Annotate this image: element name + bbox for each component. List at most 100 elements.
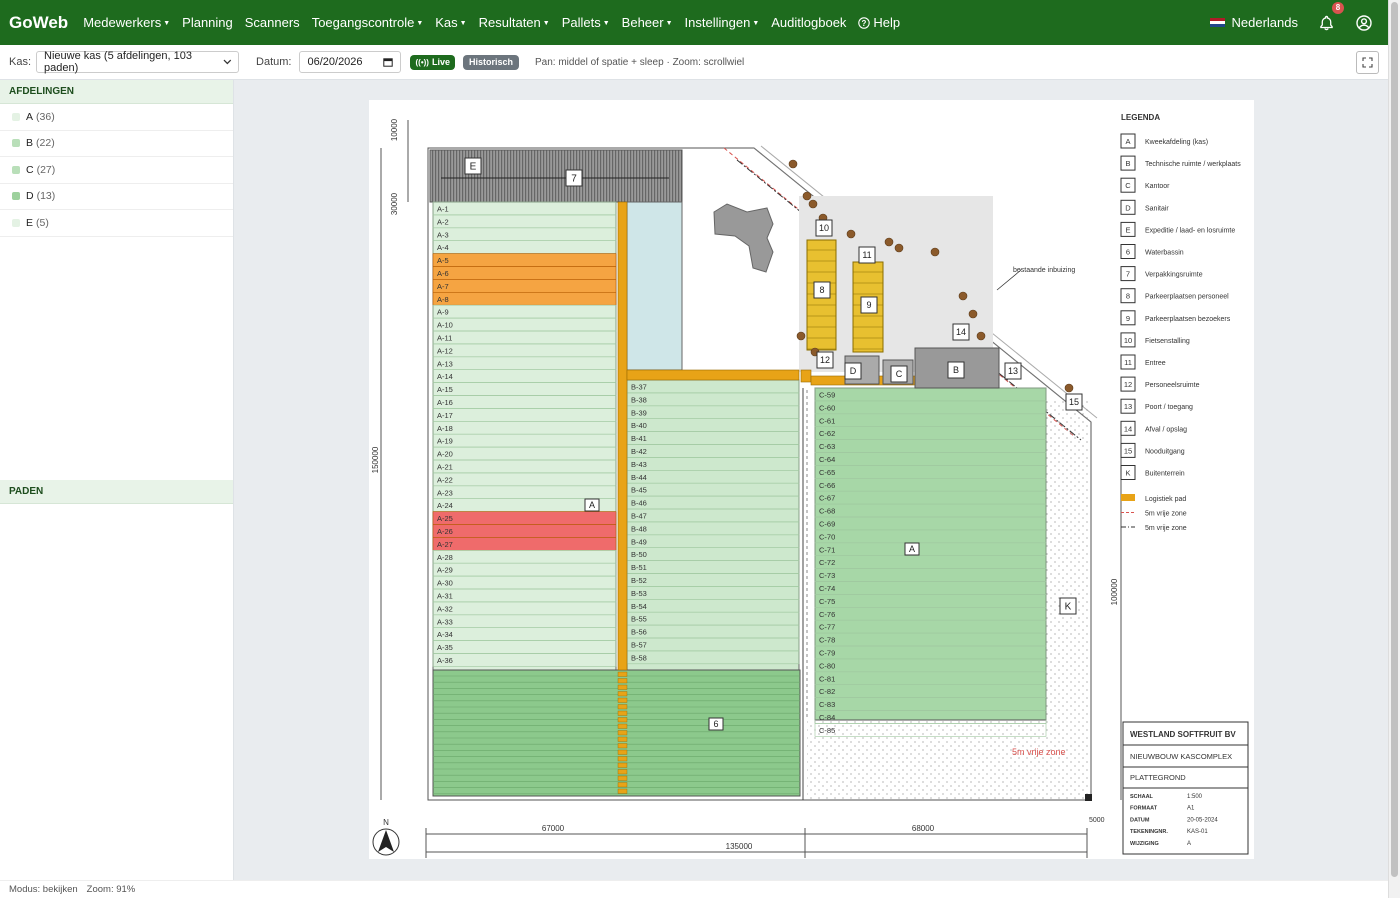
path-row-a-8[interactable]	[432, 292, 617, 306]
historisch-toggle-button[interactable]: Historisch	[462, 54, 519, 70]
nav-medewerkers[interactable]: Medewerkers ▼	[77, 15, 176, 30]
water-strip	[626, 201, 683, 371]
title-row-key: FORMAAT	[1130, 806, 1158, 812]
nav-help[interactable]: ? Help	[852, 15, 906, 30]
afdeling-item-e[interactable]: E (5)	[0, 210, 233, 237]
path-label: C-60	[819, 403, 835, 412]
caret-down-icon: ▼	[416, 20, 424, 28]
path-label: A-33	[437, 617, 453, 626]
tree	[976, 331, 986, 341]
language-selector[interactable]: Nederlands	[1209, 15, 1298, 30]
logistics-path-dash	[617, 762, 628, 768]
legend-key: A	[1125, 137, 1130, 146]
path-label: B-52	[631, 576, 647, 585]
corner-marker	[1085, 794, 1092, 801]
nav-auditlogboek[interactable]: Auditlogboek	[765, 15, 852, 30]
nav-label: Pallets	[561, 15, 601, 30]
afdeling-count: (13)	[36, 190, 56, 203]
live-toggle-button[interactable]: ((•)) Live	[410, 54, 455, 70]
title-row-value: 20-05-2024	[1187, 817, 1218, 823]
legend-key: K	[1125, 469, 1130, 478]
nav-pallets[interactable]: Pallets ▼	[556, 15, 616, 30]
dim-label-bottom-left: 67000	[542, 824, 565, 833]
path-label: B-50	[631, 550, 647, 559]
afdeling-item-c[interactable]: C (27)	[0, 157, 233, 184]
tree	[968, 309, 978, 319]
path-label: A-27	[437, 540, 453, 549]
dim-label-bottom-total: 135000	[726, 842, 753, 851]
path-label: B-57	[631, 641, 647, 650]
legend-label: Technische ruimte / werkplaats	[1145, 161, 1241, 168]
legend-key: 11	[1124, 358, 1132, 367]
path-label: C-80	[819, 661, 835, 670]
nav-label: Scanners	[244, 15, 300, 30]
path-row-a-7[interactable]	[432, 279, 617, 293]
afdeling-item-d[interactable]: D (13)	[0, 184, 233, 210]
nav-beheer[interactable]: Beheer ▼	[616, 15, 679, 30]
nav-instellingen[interactable]: Instellingen ▼	[679, 15, 766, 30]
scrollbar-thumb[interactable]	[1391, 2, 1398, 877]
path-label: A-8	[437, 295, 449, 304]
nav-planning[interactable]: Planning	[176, 15, 239, 30]
datum-input[interactable]: 06/20/2026	[299, 51, 402, 73]
afdeling-item-a[interactable]: A (36)	[0, 104, 233, 131]
bestaande-inbuizing-label: bestaande inbuizing	[1013, 267, 1075, 274]
chevron-down-icon	[223, 59, 232, 65]
logistics-path-dash	[617, 730, 628, 736]
afdeling-label: B	[26, 137, 34, 150]
legend-label: Nooduitgang	[1145, 448, 1185, 455]
legend-key: 13	[1124, 402, 1132, 411]
path-label: B-43	[631, 460, 647, 469]
kas-select[interactable]: Nieuwe kas (5 afdelingen, 103 paden)	[36, 50, 240, 74]
legend-key: 8	[1126, 292, 1130, 301]
site-marker-d: D	[850, 366, 857, 376]
dim-label-bottom-right: 68000	[912, 824, 935, 833]
page-scrollbar[interactable]	[1388, 0, 1400, 898]
tree	[808, 199, 818, 209]
afdeling-count: (22)	[36, 137, 55, 150]
user-account-button[interactable]	[1354, 13, 1374, 33]
logistics-path-dash	[617, 769, 628, 775]
floor-plan[interactable]: 10000 30000 150000 100000 67000 68000 135000 50…	[369, 100, 1254, 859]
path-label: C-74	[819, 584, 835, 593]
path-label: A-19	[437, 437, 453, 446]
legend-key: 15	[1124, 446, 1132, 455]
plan-toolbar: Kas: Nieuwe kas (5 afdelingen, 103 paden…	[0, 45, 1388, 80]
logistics-path-dash	[617, 710, 628, 716]
caret-down-icon: ▼	[665, 20, 673, 28]
legend-label: Kantoor	[1145, 183, 1170, 190]
path-row-a-25[interactable]	[432, 511, 617, 525]
title-row-value: A	[1187, 841, 1191, 847]
notifications-button[interactable]: 8	[1316, 1, 1344, 33]
nav-resultaten[interactable]: Resultaten ▼	[473, 15, 556, 30]
legend-label: Parkeerplaatsen bezoekers	[1145, 316, 1231, 323]
path-label: C-61	[819, 416, 835, 425]
main-menu: Medewerkers ▼ Planning Scanners Toegangscont…	[77, 15, 906, 30]
path-row-a-27[interactable]	[432, 537, 617, 551]
legend-label: Afval / opslag	[1145, 426, 1187, 433]
zone-label-k: K	[1065, 602, 1072, 613]
path-label: C-65	[819, 468, 835, 477]
afdeling-item-b[interactable]: B (22)	[0, 131, 233, 157]
path-row-a-6[interactable]	[432, 266, 617, 280]
zone-6	[432, 669, 801, 797]
user-circle-icon	[1356, 14, 1372, 31]
nav-label: Instellingen	[684, 15, 751, 30]
path-row-a-26[interactable]	[432, 524, 617, 538]
plan-viewport[interactable]: 10000 30000 150000 100000 67000 68000 135000 50…	[234, 80, 1388, 880]
legend-label: Poort / toegang	[1145, 404, 1193, 411]
path-row-a-5[interactable]	[432, 253, 617, 267]
brand-logo[interactable]: GoWeb	[9, 13, 68, 33]
nav-kas[interactable]: Kas ▼	[429, 15, 472, 30]
fullscreen-button[interactable]	[1356, 51, 1379, 74]
sidebar: AFDELINGEN A (36) B (22) C (27) D (13) E (5) PADE…	[0, 80, 234, 880]
path-label: A-15	[437, 385, 453, 394]
nav-scanners[interactable]: Scanners	[239, 15, 306, 30]
afdeling-color-swatch	[12, 192, 20, 201]
afdeling-color-swatch	[12, 218, 20, 227]
legend-key: B	[1125, 159, 1130, 168]
nav-toegangscontrole[interactable]: Toegangscontrole ▼	[306, 15, 430, 30]
path-label: A-16	[437, 398, 453, 407]
path-label: B-56	[631, 628, 647, 637]
tree	[846, 229, 856, 239]
